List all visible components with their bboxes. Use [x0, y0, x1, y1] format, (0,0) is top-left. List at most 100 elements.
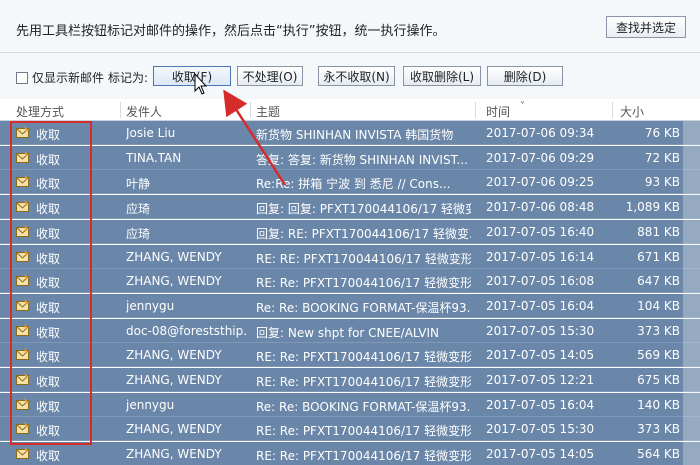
row-action: 收取 — [36, 325, 61, 340]
row-action: 收取 — [36, 449, 61, 464]
mail-receive-icon — [16, 150, 30, 163]
row-size: 671 KB — [637, 249, 680, 264]
mail-row[interactable]: 收取 应琦 回复: RE: PFXT170044106/17 轻微变... 2017-… — [0, 219, 700, 244]
row-sender: ZHANG, WENDY — [126, 373, 222, 387]
column-size[interactable]: 大小 — [620, 103, 644, 120]
column-header: 处理方式 发件人 主题 时间 ˅ 大小 — [0, 100, 700, 121]
mail-row[interactable]: 收取 jennygu Re: Re: BOOKING FORMAT-保温杯93...… — [0, 392, 700, 417]
row-size: 373 KB — [637, 422, 680, 437]
row-subject: Re: Re: BOOKING FORMAT-保温杯93... — [256, 300, 471, 315]
row-subject: RE: RE: PFXT170044106/17 轻微变形... — [256, 251, 471, 266]
mail-receive-icon — [16, 323, 30, 336]
mail-row[interactable]: 收取 jennygu Re: Re: BOOKING FORMAT-保温杯93...… — [0, 293, 700, 318]
list-scrollbar[interactable] — [683, 121, 700, 465]
instruction-text: 先用工具栏按钮标记对邮件的操作，然后点击“执行”按钮，统一执行操作。 — [16, 24, 446, 39]
mail-row[interactable]: 收取 Josie Liu 新货物 SHINHAN INVISTA 韩国货物 2017-… — [0, 121, 700, 145]
mail-receive-icon — [16, 175, 30, 188]
row-subject: 答复: 答复: 新货物 SHINHAN INVIST... — [256, 152, 468, 167]
row-time: 2017-07-05 15:30 — [486, 422, 595, 437]
mail-row[interactable]: 收取 ZHANG, WENDY RE: Re: PFXT170044106/17 轻… — [0, 368, 700, 392]
row-time: 2017-07-05 16:04 — [486, 298, 595, 313]
row-sender: ZHANG, WENDY — [126, 422, 222, 437]
row-size: 564 KB — [637, 447, 680, 462]
row-size: 1,089 KB — [625, 200, 680, 215]
row-sender: ZHANG, WENDY — [126, 274, 222, 289]
mail-row[interactable]: 收取 ZHANG, WENDY RE: RE: PFXT170044106/17 轻… — [0, 244, 700, 269]
row-action: 收取 — [36, 399, 61, 414]
column-sender[interactable]: 发件人 — [126, 103, 162, 120]
row-subject: Re:Re: 拼箱 宁波 到 悉尼 // Cons... — [256, 177, 451, 192]
row-size: 569 KB — [637, 348, 680, 363]
row-size: 76 KB — [644, 126, 680, 140]
row-sender: ZHANG, WENDY — [126, 249, 222, 264]
row-action: 收取 — [36, 226, 61, 241]
mail-row[interactable]: 收取 应琦 回复: 回复: PFXT170044106/17 轻微变... 2017-… — [0, 195, 700, 220]
mail-receive-icon — [16, 447, 30, 460]
delete-button[interactable]: 删除(D) — [487, 66, 563, 86]
row-subject: Re: Re: BOOKING FORMAT-保温杯93... — [256, 399, 471, 414]
row-action: 收取 — [36, 202, 61, 217]
row-action: 收取 — [36, 276, 61, 291]
row-size: 675 KB — [637, 373, 680, 387]
row-sender: 应琦 — [126, 226, 151, 241]
mail-row[interactable]: 收取 叶静 Re:Re: 拼箱 宁波 到 悉尼 // Cons... 2017-07-… — [0, 170, 700, 195]
ignore-button[interactable]: 不处理(O) — [237, 66, 303, 86]
mail-receive-icon — [16, 397, 30, 410]
row-sender: jennygu — [126, 397, 175, 412]
row-action: 收取 — [36, 424, 61, 439]
row-time: 2017-07-05 15:30 — [486, 323, 595, 338]
mail-list: 收取 Josie Liu 新货物 SHINHAN INVISTA 韩国货物 2017-… — [0, 121, 700, 465]
receive-delete-button[interactable]: 收取删除(L) — [403, 66, 481, 86]
row-action: 收取 — [36, 128, 61, 142]
mail-row[interactable]: 收取 ZHANG, WENDY RE: Re: PFXT170044106/17 轻… — [0, 343, 700, 368]
row-subject: 回复: RE: PFXT170044106/17 轻微变... — [256, 226, 471, 241]
row-subject: RE: Re: PFXT170044106/17 轻微变形... — [256, 424, 471, 439]
row-size: 104 KB — [637, 298, 680, 313]
row-subject: RE: Re: PFXT170044106/17 轻微变形... — [256, 276, 471, 291]
row-size: 647 KB — [637, 274, 680, 289]
row-size: 72 KB — [644, 150, 680, 165]
row-action: 收取 — [36, 177, 61, 192]
row-sender: ZHANG, WENDY — [126, 348, 222, 363]
row-action: 收取 — [36, 152, 61, 167]
row-sender: 叶静 — [126, 177, 151, 192]
row-subject: 新货物 SHINHAN INVISTA 韩国货物 — [256, 128, 454, 142]
mail-receive-icon — [16, 348, 30, 361]
sort-desc-icon: ˅ — [520, 101, 525, 112]
row-sender: 应琦 — [126, 202, 151, 217]
mail-receive-icon — [16, 274, 30, 287]
row-time: 2017-07-05 16:08 — [486, 274, 595, 289]
column-subject[interactable]: 主题 — [256, 103, 280, 120]
row-time: 2017-07-06 09:25 — [486, 175, 595, 190]
instruction-bar: 先用工具栏按钮标记对邮件的操作，然后点击“执行”按钮，统一执行操作。 查找并选定 — [0, 0, 700, 53]
mark-as-label: 标记为: — [108, 71, 149, 85]
show-new-only-toggle[interactable]: 仅显示新邮件 — [16, 69, 104, 86]
receive-button[interactable]: 收取(F) — [153, 66, 231, 86]
row-sender: doc-08@foreststhip... — [126, 323, 248, 338]
mail-row[interactable]: 收取 ZHANG, WENDY RE: Re: PFXT170044106/17 轻… — [0, 269, 700, 294]
row-subject: 回复: 回复: PFXT170044106/17 轻微变... — [256, 202, 471, 217]
row-subject: RE: Re: PFXT170044106/17 轻微变形... — [256, 375, 471, 389]
mail-receive-icon — [16, 373, 30, 385]
mail-row[interactable]: 收取 ZHANG, WENDY RE: Re: PFXT170044106/17 轻… — [0, 417, 700, 442]
mail-row[interactable]: 收取 ZHANG, WENDY RE: Re: PFXT170044106/17 轻… — [0, 442, 700, 465]
show-new-only-checkbox[interactable] — [16, 71, 28, 84]
row-subject: RE: Re: PFXT170044106/17 轻微变形... — [256, 449, 471, 464]
mail-receive-icon — [16, 298, 30, 311]
row-time: 2017-07-06 09:34 — [486, 126, 595, 140]
row-action: 收取 — [36, 350, 61, 365]
row-size: 93 KB — [644, 175, 680, 190]
row-time: 2017-07-05 16:14 — [486, 249, 595, 264]
column-action[interactable]: 处理方式 — [16, 103, 64, 120]
row-subject: RE: Re: PFXT170044106/17 轻微变形... — [256, 350, 471, 365]
row-time: 2017-07-06 08:48 — [486, 200, 595, 215]
never-receive-button[interactable]: 永不收取(N) — [318, 66, 395, 86]
row-time: 2017-07-05 16:04 — [486, 397, 595, 412]
mail-row[interactable]: 收取 doc-08@foreststhip... 回复: New shpt for … — [0, 318, 700, 343]
mail-receive-icon — [16, 422, 30, 435]
column-time[interactable]: 时间 — [486, 103, 510, 120]
mail-row[interactable]: 收取 TINA.TAN 答复: 答复: 新货物 SHINHAN INVIST... 2… — [0, 145, 700, 170]
find-and-select-button[interactable]: 查找并选定 — [606, 16, 686, 38]
mail-receive-icon — [16, 249, 30, 262]
row-size: 373 KB — [637, 323, 680, 338]
